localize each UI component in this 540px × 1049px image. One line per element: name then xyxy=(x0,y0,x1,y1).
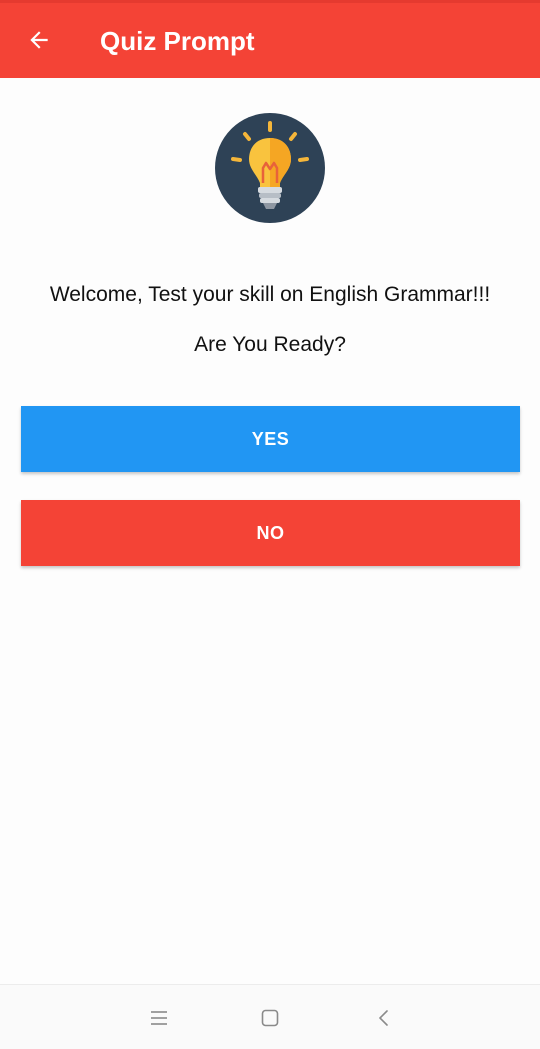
quiz-prompt-screen: Quiz Prompt Welcome, Test your skill on … xyxy=(0,0,540,1049)
page-title: Quiz Prompt xyxy=(100,26,255,56)
home-button[interactable] xyxy=(255,1003,285,1033)
back-button[interactable] xyxy=(14,15,64,65)
app-bar: Quiz Prompt xyxy=(0,0,540,78)
menu-icon xyxy=(151,1011,167,1025)
system-navigation-bar xyxy=(0,984,540,1049)
welcome-text: Welcome, Test your skill on English Gram… xyxy=(49,283,491,306)
yes-button[interactable]: YES xyxy=(21,406,520,472)
chevron-left-icon xyxy=(379,1010,388,1026)
system-back-button[interactable] xyxy=(369,1003,399,1033)
lightbulb-icon xyxy=(215,113,325,223)
recent-apps-button[interactable] xyxy=(144,1003,174,1033)
ready-question: Are You Ready? xyxy=(194,333,346,356)
no-button[interactable]: NO xyxy=(21,500,520,566)
home-square-icon xyxy=(261,1009,279,1027)
arrow-left-icon xyxy=(30,31,48,49)
